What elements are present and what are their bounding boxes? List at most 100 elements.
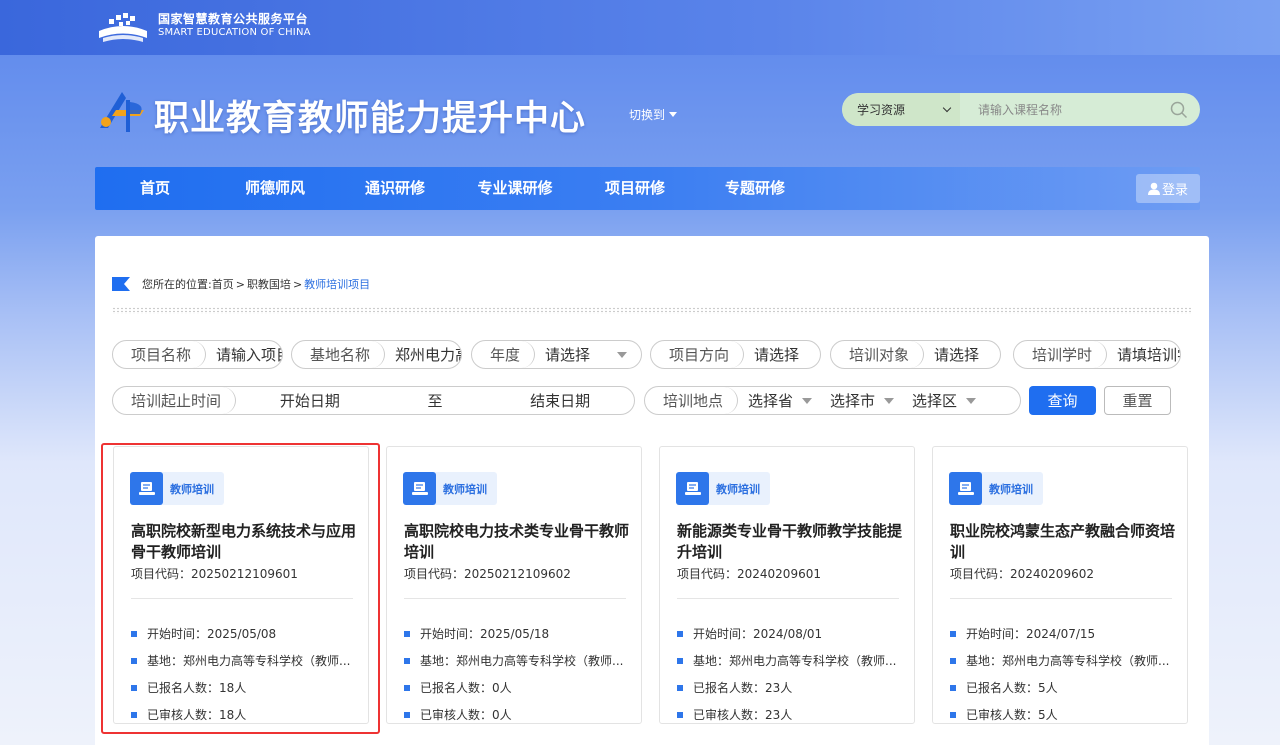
category-tag: 教师培训 — [949, 472, 1043, 505]
project-name-input[interactable]: 请输入项目名称 — [206, 344, 282, 365]
start-time: 开始时间：2025/05/18 — [404, 625, 634, 642]
nav-item-professional[interactable]: 专业课研修 — [477, 167, 552, 210]
training-icon — [676, 472, 709, 505]
filter-period: 培训起止时间 开始日期 至 结束日期 — [112, 386, 635, 415]
breadcrumb: 您所在的位置: 首页 > 职教国培 > 教师培训项目 — [112, 276, 370, 292]
nav-item-topic[interactable]: 专题研修 — [725, 167, 785, 210]
project-code: 项目代码：20240209601 — [677, 567, 821, 581]
enrolled-text: 已报名人数：23人 — [693, 681, 793, 695]
enrolled-text: 已报名人数：0人 — [420, 681, 512, 695]
login-button[interactable]: 登录 — [1136, 174, 1200, 203]
query-button[interactable]: 查询 — [1029, 386, 1096, 415]
filter-year[interactable]: 年度 请选择 — [471, 340, 642, 369]
category-tag: 教师培训 — [130, 472, 224, 505]
filter-label: 基地名称 — [292, 341, 386, 368]
caret-down-icon — [884, 397, 895, 404]
caret-down-icon — [802, 397, 813, 404]
nav-item-home[interactable]: 首页 — [140, 167, 170, 210]
base-text: 基地：郑州电力高等专科学校（教师... — [693, 654, 897, 668]
divider — [404, 598, 626, 599]
caret-down-icon — [669, 112, 678, 117]
enrolled-count: 已报名人数：5人 — [950, 679, 1180, 696]
province-select[interactable]: 选择省 — [738, 390, 820, 411]
breadcrumb-level2[interactable]: 职教国培 — [247, 276, 291, 292]
start-time-text: 开始时间：2024/08/01 — [693, 627, 823, 641]
breadcrumb-home[interactable]: 首页 — [212, 276, 234, 292]
project-title[interactable]: 高职院校新型电力系统技术与应用骨干教师培训 — [131, 521, 356, 563]
tag-label: 教师培训 — [716, 482, 760, 496]
date-range: 开始日期 至 结束日期 — [236, 390, 634, 411]
main-nav: 首页 师德师风 通识研修 专业课研修 项目研修 专题研修 登录 — [95, 167, 1200, 210]
platform-name[interactable]: 国家智慧教育公共服务平台 SMART EDUCATION OF CHINA — [158, 12, 311, 39]
district-select[interactable]: 选择区 — [902, 390, 984, 411]
base-info: 基地：郑州电力高等专科学校（教师... — [404, 652, 634, 669]
divider — [677, 598, 899, 599]
bullet-icon — [950, 684, 956, 691]
date-range-separator: 至 — [427, 392, 443, 410]
city-select[interactable]: 选择市 — [820, 390, 902, 411]
base-name-input[interactable]: 郑州电力高等专科学校 — [385, 344, 461, 365]
project-card[interactable]: 教师培训 高职院校电力技术类专业骨干教师培训 项目代码：202502121096… — [386, 446, 642, 724]
base-info: 基地：郑州电力高等专科学校（教师... — [131, 652, 361, 669]
project-code: 项目代码：20250212109601 — [131, 567, 298, 581]
nav-item-project[interactable]: 项目研修 — [605, 167, 665, 210]
enrolled-count: 已报名人数：23人 — [677, 679, 907, 696]
filter-label: 培训对象 — [831, 341, 925, 368]
bullet-icon — [404, 684, 410, 691]
switch-site-dropdown[interactable]: 切换到 — [629, 106, 678, 123]
training-icon — [949, 472, 982, 505]
nav-item-ethics[interactable]: 师德师风 — [245, 167, 305, 210]
base-info: 基地：郑州电力高等专科学校（教师... — [677, 652, 907, 669]
start-time: 开始时间：2025/05/08 — [131, 625, 361, 642]
start-time: 开始时间：2024/08/01 — [677, 625, 907, 642]
caret-down-icon — [617, 351, 627, 358]
search-input[interactable] — [960, 93, 1164, 126]
hours-input[interactable]: 请填培训学时 — [1107, 344, 1180, 365]
filter-label: 项目方向 — [651, 341, 745, 368]
tag-label: 教师培训 — [170, 482, 214, 496]
bullet-icon — [677, 711, 683, 718]
direction-select-value: 请选择 — [754, 346, 800, 364]
enrolled-text: 已报名人数：5人 — [966, 681, 1058, 695]
start-time-text: 开始时间：2025/05/08 — [147, 627, 277, 641]
project-card[interactable]: 教师培训 新能源类专业骨干教师教学技能提升培训 项目代码：20240209601… — [659, 446, 915, 724]
province-value: 选择省 — [748, 392, 794, 410]
breadcrumb-prefix: 您所在的位置: — [142, 278, 212, 291]
approved-text: 已审核人数：23人 — [693, 708, 793, 722]
project-title[interactable]: 新能源类专业骨干教师教学技能提升培训 — [677, 521, 902, 563]
approved-text: 已审核人数：18人 — [147, 708, 247, 722]
platform-bar: 国家智慧教育公共服务平台 SMART EDUCATION OF CHINA — [0, 0, 1280, 55]
start-time-text: 开始时间：2024/07/15 — [966, 627, 1096, 641]
bullet-icon — [677, 684, 683, 691]
project-title[interactable]: 职业院校鸿蒙生态产教融合师资培训 — [950, 521, 1175, 563]
search-scope-select[interactable]: 学习资源 — [842, 93, 960, 126]
site-logo[interactable] — [96, 88, 148, 134]
bullet-icon — [131, 711, 137, 718]
filter-target[interactable]: 培训对象 请选择 — [830, 340, 1001, 369]
base-text: 基地：郑州电力高等专科学校（教师... — [147, 654, 351, 668]
site-title: 职业教育教师能力提升中心 — [154, 99, 587, 139]
bullet-icon — [950, 657, 956, 664]
nav-item-general[interactable]: 通识研修 — [365, 167, 425, 210]
search-button[interactable] — [1164, 95, 1194, 125]
year-select-value: 请选择 — [545, 346, 591, 364]
filter-direction[interactable]: 项目方向 请选择 — [650, 340, 821, 369]
filter-label: 项目名称 — [113, 341, 207, 368]
project-title[interactable]: 高职院校电力技术类专业骨干教师培训 — [404, 521, 629, 563]
platform-name-cn: 国家智慧教育公共服务平台 — [158, 12, 309, 26]
start-date-input[interactable]: 开始日期 — [280, 390, 340, 411]
bullet-icon — [677, 657, 683, 664]
end-date-input[interactable]: 结束日期 — [530, 390, 590, 411]
switch-label: 切换到 — [629, 108, 666, 122]
reset-button[interactable]: 重置 — [1104, 386, 1171, 415]
project-card[interactable]: 教师培训 高职院校新型电力系统技术与应用骨干教师培训 项目代码：20250212… — [113, 446, 369, 724]
training-icon — [130, 472, 163, 505]
search-bar: 学习资源 — [842, 93, 1200, 126]
project-card[interactable]: 教师培训 职业院校鸿蒙生态产教融合师资培训 项目代码：20240209602 开… — [932, 446, 1188, 724]
platform-logo[interactable] — [95, 5, 151, 45]
bullet-icon — [404, 711, 410, 718]
user-icon — [1147, 182, 1160, 195]
approved-count: 已审核人数：5人 — [950, 706, 1180, 723]
project-code: 项目代码：20240209602 — [950, 567, 1094, 581]
training-icon — [403, 472, 436, 505]
